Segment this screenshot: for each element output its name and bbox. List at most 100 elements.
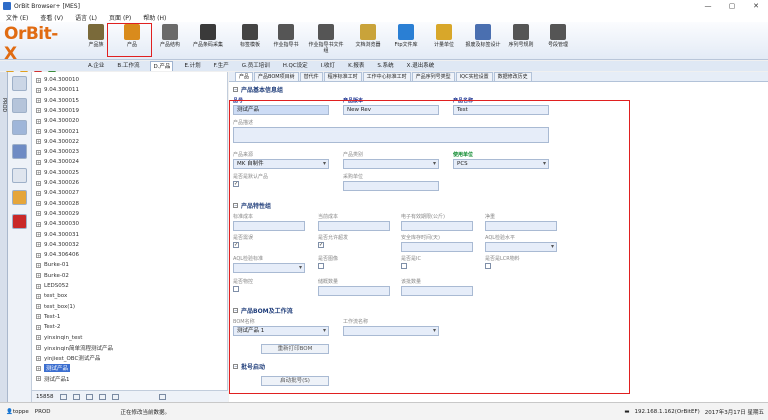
tool-label-template[interactable]: 标签模板 — [232, 24, 268, 58]
module-tab[interactable]: A.企业 — [86, 61, 106, 71]
module-icon-5[interactable] — [12, 168, 27, 183]
expand-icon[interactable]: + — [36, 180, 41, 186]
expand-icon[interactable]: + — [36, 324, 41, 330]
tree-item[interactable]: +9.04.300019 — [32, 106, 227, 116]
module-tab[interactable]: B.工作流 — [115, 61, 141, 71]
tree-item[interactable]: + yinxinqin简单流程测试产品 — [32, 343, 227, 353]
module-tab[interactable]: F.生产 — [212, 61, 231, 71]
product-category-select[interactable] — [343, 159, 439, 169]
aql-standard-select[interactable] — [233, 263, 305, 273]
tool-measure-unit[interactable]: 计量单位 — [426, 24, 462, 58]
expand-icon[interactable]: + — [36, 355, 41, 361]
detail-tab[interactable]: 替代件 — [299, 72, 323, 81]
safe-stock-field[interactable] — [401, 242, 473, 252]
workflow-name-select[interactable] — [343, 326, 439, 336]
use-unit-select[interactable]: PCS — [453, 159, 549, 169]
tree-item[interactable]: + test_box — [32, 291, 227, 301]
product-desc-field[interactable] — [233, 127, 549, 143]
expand-icon[interactable]: + — [36, 273, 41, 279]
detail-tab[interactable]: 工作中心标准工时 — [362, 72, 411, 81]
net-weight-field[interactable] — [485, 221, 557, 231]
is-shielded-checkbox[interactable] — [233, 286, 239, 292]
is-image-checkbox[interactable] — [318, 263, 324, 269]
minimize-button[interactable]: — — [696, 0, 720, 12]
tree-item[interactable]: +9.04.300032 — [32, 240, 227, 250]
module-tab[interactable]: G.员工培训 — [240, 61, 272, 71]
module-icon-1[interactable] — [12, 76, 27, 91]
power-icon[interactable] — [12, 214, 27, 229]
tree-item[interactable]: +9.04.300029 — [32, 209, 227, 219]
section-bom[interactable]: − 产品BOM及工作流 — [233, 306, 633, 315]
expand-icon[interactable]: + — [36, 118, 41, 124]
tree-item[interactable]: +9.04.300026 — [32, 178, 227, 188]
tool-instruction-group[interactable]: 作业指导书文件组 — [308, 24, 344, 58]
expand-icon[interactable]: + — [36, 149, 41, 155]
allow-expire-checkbox[interactable]: ✓ — [318, 242, 324, 248]
is-lcr-checkbox[interactable] — [485, 263, 491, 269]
tree-item[interactable]: +9.04.300020 — [32, 116, 227, 126]
module-tab[interactable]: E.计划 — [182, 61, 202, 71]
is-ic-checkbox[interactable] — [401, 263, 407, 269]
tree-item[interactable]: +9.04.300022 — [32, 137, 227, 147]
expand-icon[interactable]: + — [36, 376, 41, 382]
expand-icon[interactable]: + — [36, 87, 41, 93]
section-basic[interactable]: − 产品基本信息组 — [233, 85, 633, 94]
last-record-icon[interactable] — [98, 393, 106, 400]
menu-language[interactable]: 语言 (L) — [75, 13, 97, 22]
tree-item[interactable]: +9.04.300011 — [32, 85, 227, 95]
prev-record-icon[interactable] — [72, 393, 80, 400]
menu-file[interactable]: 文件 (E) — [6, 13, 28, 22]
module-tab[interactable]: X.退出系统 — [405, 61, 437, 71]
tree-item[interactable]: +9.04.300025 — [32, 168, 227, 178]
tree-item[interactable]: + Test-1 — [32, 312, 227, 322]
tree-item[interactable]: +9.04.306406 — [32, 250, 227, 260]
rebuild-bom-button[interactable]: 重新打印BOM — [261, 344, 329, 354]
expand-icon[interactable]: + — [36, 335, 41, 340]
tree-item[interactable]: +9.04.300010 — [32, 75, 227, 85]
is-default-checkbox[interactable]: ✓ — [233, 181, 239, 187]
aql-level-select[interactable] — [485, 242, 557, 252]
tool-document-browser[interactable]: 文档浏览器 — [350, 24, 386, 58]
section-batch[interactable]: − 批号启动 — [233, 362, 633, 371]
module-icon-6[interactable] — [12, 190, 27, 205]
detail-tab[interactable]: 程序标准工时 — [323, 72, 362, 81]
tool-product-structure[interactable]: 产品结构 — [152, 24, 188, 58]
tree-item[interactable]: +9.04.300023 — [32, 147, 227, 157]
expand-icon[interactable]: + — [36, 201, 41, 207]
tool-ftp[interactable]: Ftp文件库 — [388, 24, 424, 58]
tree-item[interactable]: + 测试产品1 — [32, 374, 227, 384]
expand-icon[interactable]: + — [36, 262, 41, 268]
module-icon-3[interactable] — [12, 120, 27, 135]
expand-icon[interactable]: + — [36, 108, 41, 114]
expand-icon[interactable]: + — [36, 314, 41, 320]
refresh-icon[interactable] — [111, 393, 119, 400]
module-tab[interactable]: D.产品 — [150, 61, 174, 71]
reserve-qty-field[interactable] — [318, 286, 390, 296]
tree-item[interactable]: + Burke-01 — [32, 260, 227, 270]
tool-instruction-book[interactable]: 作业指导书 — [268, 24, 304, 58]
module-tab[interactable]: K.报表 — [346, 61, 366, 71]
first-record-icon[interactable] — [59, 393, 67, 400]
tree-item[interactable]: +9.04.300031 — [32, 230, 227, 240]
bom-name-select[interactable]: 测试产品 1 — [233, 326, 329, 336]
std-cost-field[interactable] — [233, 221, 305, 231]
expand-icon[interactable]: + — [36, 304, 41, 310]
tree-item[interactable]: + Burke-02 — [32, 271, 227, 281]
expand-icon[interactable]: + — [36, 190, 41, 196]
electronic-lifetime-field[interactable] — [401, 221, 473, 231]
module-tab[interactable]: H.QC设定 — [281, 61, 310, 71]
tree-item[interactable]: + test_box(1) — [32, 302, 227, 312]
module-icon-2[interactable] — [12, 98, 27, 113]
product-version-field[interactable]: New Rev — [343, 105, 439, 115]
expand-icon[interactable]: + — [36, 159, 41, 165]
detail-tab[interactable]: 产品 — [235, 72, 254, 81]
tree-item[interactable]: +9.04.300021 — [32, 127, 227, 137]
tool-scrap-label[interactable]: 报废及标签设计 — [465, 24, 501, 58]
tree-item[interactable]: +9.04.300028 — [32, 199, 227, 209]
print-icon[interactable] — [158, 393, 166, 400]
module-tab[interactable]: I.收灯 — [319, 61, 337, 71]
lot-qty-field[interactable] — [401, 286, 473, 296]
purchase-unit-field[interactable] — [343, 181, 439, 191]
tree-item[interactable]: + Test-2 — [32, 322, 227, 332]
close-button[interactable]: ✕ — [744, 0, 768, 12]
